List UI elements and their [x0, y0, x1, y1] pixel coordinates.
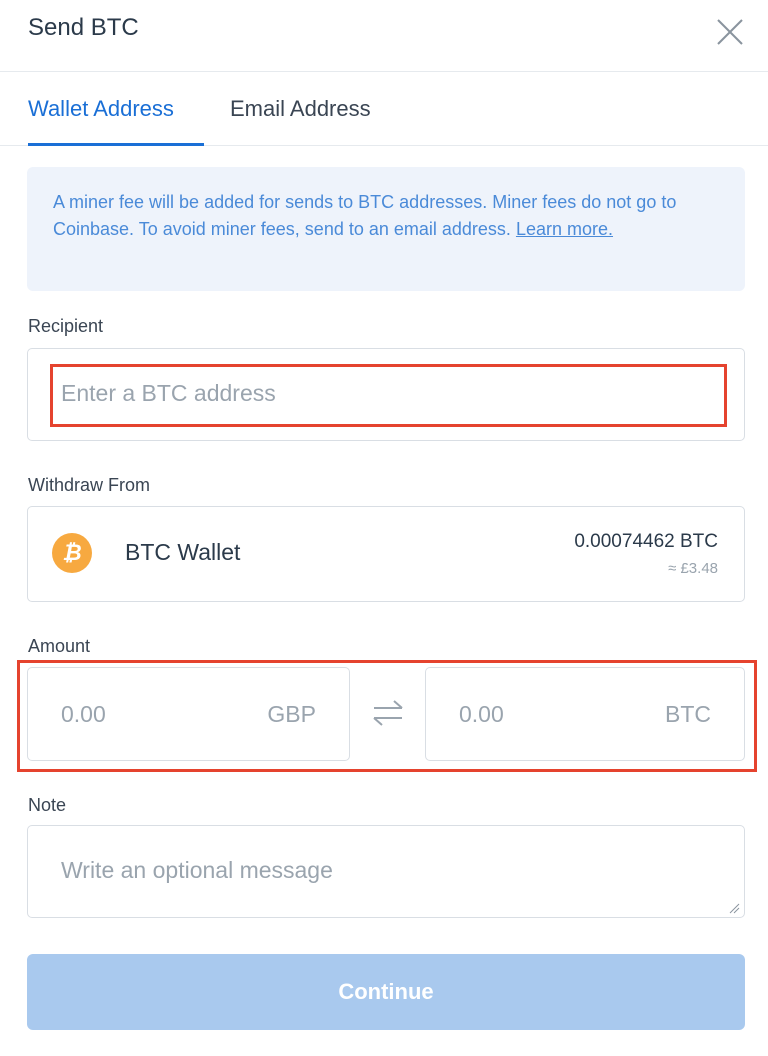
- miner-fee-notice: A miner fee will be added for sends to B…: [27, 167, 745, 291]
- resize-grip-icon[interactable]: [728, 901, 740, 914]
- swap-arrows-icon[interactable]: [370, 698, 406, 728]
- continue-button[interactable]: Continue: [27, 954, 745, 1030]
- fiat-currency: GBP: [267, 701, 316, 727]
- bitcoin-icon: ₿: [52, 533, 92, 573]
- active-tab-underline: [28, 143, 204, 146]
- note-placeholder: Write an optional message: [61, 857, 333, 883]
- wallet-balance: 0.00074462 BTC: [574, 531, 718, 552]
- tab-bar: Wallet Address Email Address: [0, 72, 768, 146]
- crypto-amount-value: 0.00: [459, 701, 504, 727]
- recipient-input[interactable]: Enter a BTC address: [27, 348, 745, 441]
- wallet-name: BTC Wallet: [125, 539, 241, 565]
- close-icon[interactable]: [712, 14, 748, 50]
- recipient-label: Recipient: [28, 316, 104, 336]
- recipient-placeholder: Enter a BTC address: [61, 380, 276, 406]
- dialog-title: Send BTC: [28, 14, 139, 41]
- note-label: Note: [28, 795, 67, 815]
- withdraw-from-label: Withdraw From: [28, 475, 151, 495]
- amount-label: Amount: [28, 636, 91, 656]
- note-textarea[interactable]: Write an optional message: [27, 825, 745, 918]
- tab-wallet-address[interactable]: Wallet Address: [28, 96, 174, 122]
- tab-email-address[interactable]: Email Address: [230, 96, 371, 122]
- wallet-fiat-value: ≈ £3.48: [668, 560, 718, 577]
- learn-more-link[interactable]: Learn more.: [516, 219, 613, 239]
- fiat-amount-input[interactable]: 0.00 GBP: [27, 667, 350, 761]
- crypto-amount-input[interactable]: 0.00 BTC: [425, 667, 745, 761]
- fiat-amount-value: 0.00: [61, 701, 106, 727]
- crypto-currency: BTC: [665, 701, 711, 727]
- dialog-header: Send BTC: [0, 0, 768, 72]
